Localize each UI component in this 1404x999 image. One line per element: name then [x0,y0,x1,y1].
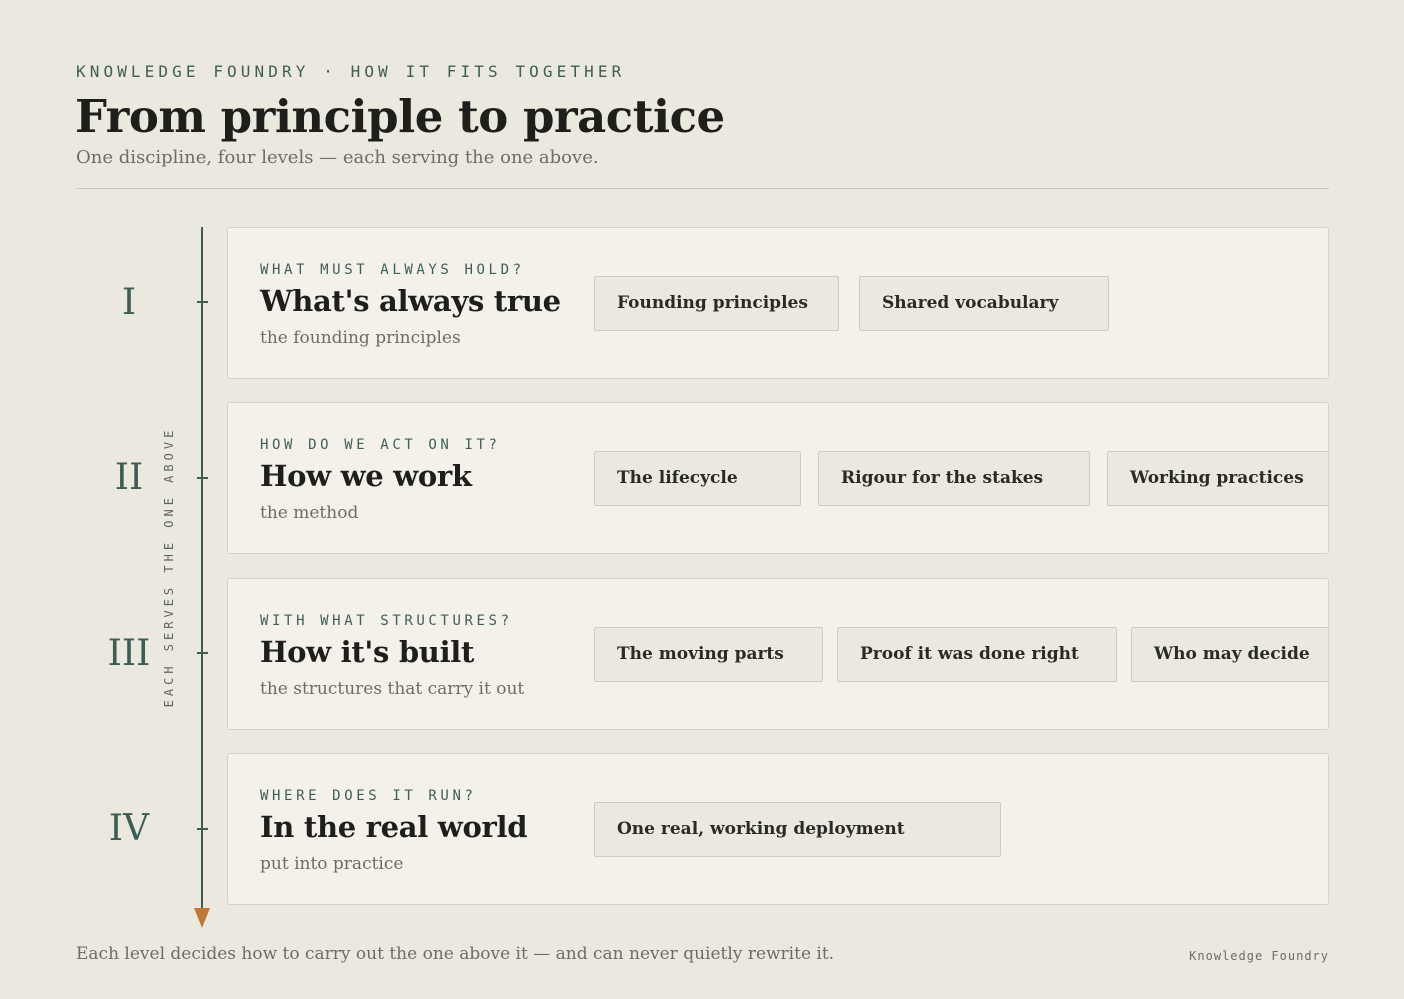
level-card-2: HOW DO WE ACT ON IT? How we work the met… [227,402,1329,554]
level-description: the structures that carry it out [260,679,525,699]
footer-brand: Knowledge Foundry [1189,949,1329,963]
level-name: What's always true [260,284,561,318]
level-card-1: WHAT MUST ALWAYS HOLD? What's always tru… [227,227,1329,379]
chip-shared-vocabulary[interactable]: Shared vocabulary [859,276,1109,331]
axis-tick-3 [197,652,208,654]
chip-working-practices[interactable]: Working practices [1107,451,1328,506]
chip-rigour-for-the-stakes[interactable]: Rigour for the stakes [818,451,1090,506]
level-question: WHERE DOES IT RUN? [260,788,477,804]
chip-the-moving-parts[interactable]: The moving parts [594,627,823,682]
level-question: WITH WHAT STRUCTURES? [260,613,513,629]
down-arrow-icon [194,908,210,928]
header-divider [76,188,1329,189]
level-description: the method [260,503,359,523]
level-numeral-3: III [107,633,151,674]
level-numeral-2: II [114,457,144,498]
level-axis-line [201,227,203,910]
axis-tick-2 [197,477,208,479]
level-description: put into practice [260,854,404,874]
level-name: How we work [260,459,472,493]
chip-proof-it-was-done-right[interactable]: Proof it was done right [837,627,1117,682]
level-card-3: WITH WHAT STRUCTURES? How it's built the… [227,578,1329,730]
axis-tick-1 [197,301,208,303]
chip-one-real-working-deployment[interactable]: One real, working deployment [594,802,1001,857]
level-numeral-1: I [121,282,137,323]
level-name: In the real world [260,810,528,844]
level-question: HOW DO WE ACT ON IT? [260,437,501,453]
level-card-4: WHERE DOES IT RUN? In the real world put… [227,753,1329,905]
page-subtitle: One discipline, four levels — each servi… [76,147,599,168]
footer-note: Each level decides how to carry out the … [76,944,835,964]
level-numeral-4: IV [108,808,150,849]
level-description: the founding principles [260,328,461,348]
chip-founding-principles[interactable]: Founding principles [594,276,839,331]
level-question: WHAT MUST ALWAYS HOLD? [260,262,525,278]
axis-tick-4 [197,828,208,830]
page-title: From principle to practice [75,90,725,143]
chip-the-lifecycle[interactable]: The lifecycle [594,451,801,506]
level-name: How it's built [260,635,475,669]
eyebrow: KNOWLEDGE FOUNDRY · HOW IT FITS TOGETHER [76,62,626,81]
chip-who-may-decide[interactable]: Who may decide [1131,627,1328,682]
